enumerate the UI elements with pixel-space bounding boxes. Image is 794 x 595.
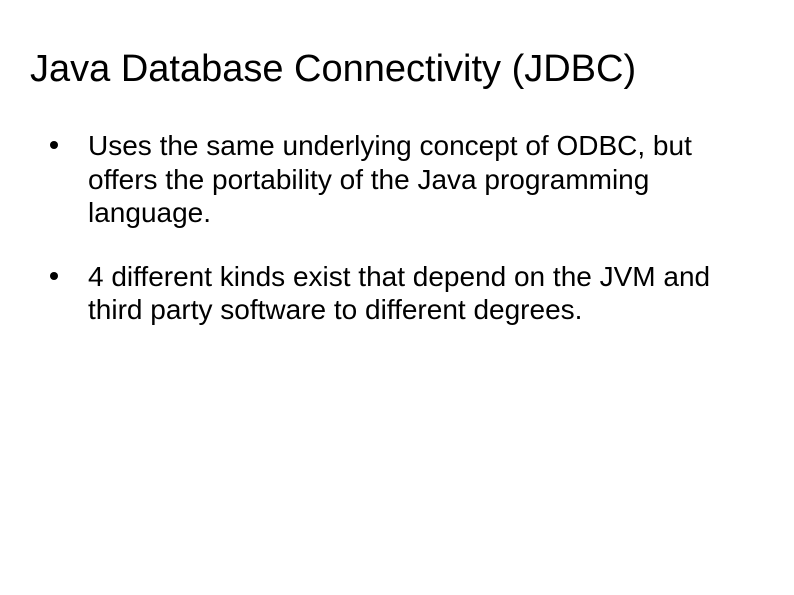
list-item: Uses the same underlying concept of ODBC… <box>50 129 764 230</box>
slide-title: Java Database Connectivity (JDBC) <box>30 48 764 91</box>
bullet-list: Uses the same underlying concept of ODBC… <box>30 129 764 327</box>
list-item: 4 different kinds exist that depend on t… <box>50 260 764 327</box>
